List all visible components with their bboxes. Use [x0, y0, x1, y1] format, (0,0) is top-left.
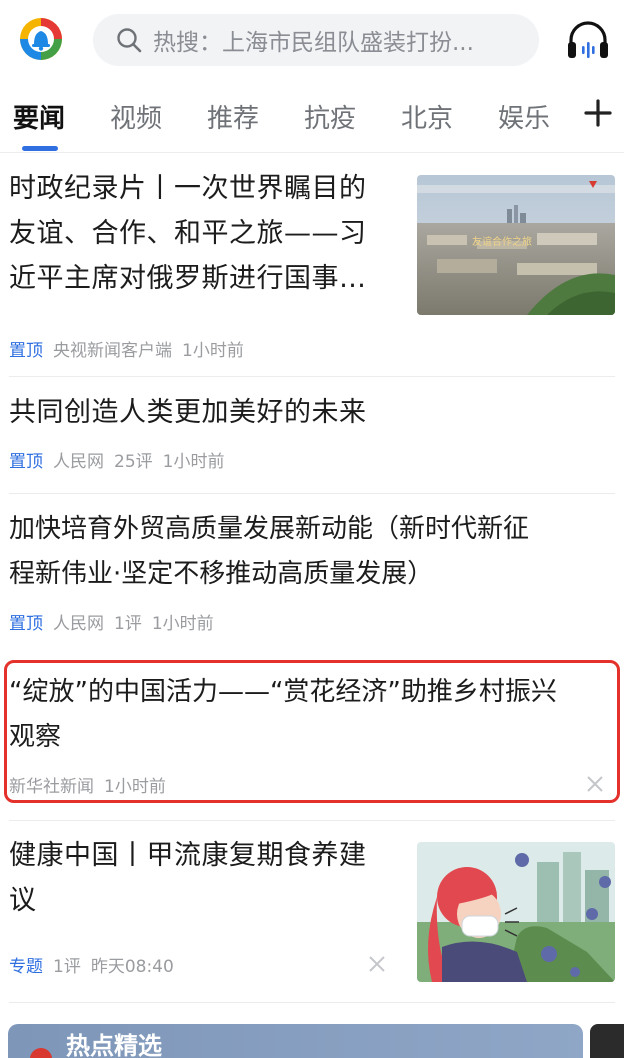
item-divider — [9, 493, 615, 494]
news-title-line: 近平主席对俄罗斯进行国事… — [9, 263, 367, 294]
news-meta: 专题 1评 昨天08:40 — [9, 952, 184, 977]
news-source: 央视新闻客户端 — [53, 341, 172, 361]
news-time: 昨天08:40 — [90, 957, 174, 977]
topic-tag: 专题 — [9, 957, 43, 977]
search-icon — [117, 28, 142, 53]
news-time: 1小时前 — [162, 452, 225, 472]
tab-beijing[interactable]: 北京 — [401, 98, 453, 135]
news-title-line: 观察 — [9, 722, 62, 752]
news-app-screen: 热搜：上海市民组队盛装打扮... 要闻 视频 推荐 抗疫 北京 娱乐 时政纪录片… — [0, 0, 624, 1058]
news-source: 新华社新闻 — [9, 777, 94, 797]
dismiss-icon[interactable] — [368, 955, 386, 973]
top-bar: 热搜：上海市民组队盛装打扮... — [0, 0, 624, 80]
item-divider — [9, 1002, 615, 1003]
news-title-line: 加快培育外贸高质量发展新动能（新时代新征 — [9, 514, 530, 544]
news-comments: 1评 — [53, 957, 81, 977]
app-logo-icon[interactable] — [18, 16, 64, 62]
tab-video[interactable]: 视频 — [110, 98, 162, 135]
thumbnail-caption: 友谊合作之旅 — [472, 235, 532, 248]
search-bar[interactable]: 热搜：上海市民组队盛装打扮... — [93, 14, 539, 66]
news-time: 1小时前 — [151, 614, 214, 634]
news-meta: 置顶 央视新闻客户端 1小时前 — [9, 336, 254, 361]
news-title: 健康中国丨甲流康复期食养建 议 — [9, 833, 367, 923]
add-channel-icon[interactable] — [583, 98, 613, 128]
news-source: 人民网 — [53, 614, 104, 634]
item-divider — [9, 376, 615, 377]
news-thumbnail — [417, 842, 615, 982]
active-tab-indicator — [22, 146, 58, 151]
tab-recommend[interactable]: 推荐 — [207, 98, 259, 135]
news-thumbnail: 友谊合作之旅 — [417, 175, 615, 315]
news-title: 共同创造人类更加美好的未来 — [9, 390, 367, 435]
news-title-line: 健康中国丨甲流康复期食养建 — [9, 840, 367, 871]
news-time: 1小时前 — [104, 777, 166, 797]
pinned-tag: 置顶 — [9, 341, 43, 361]
news-title-line: 时政纪录片丨一次世界瞩目的 — [9, 173, 367, 204]
news-title-line: “绽放”的中国活力——“赏花经济”助推乡村振兴 — [9, 677, 557, 707]
news-title-line: 友谊、合作、和平之旅——习 — [9, 218, 367, 249]
item-divider — [9, 820, 615, 821]
news-title-line: 议 — [9, 885, 37, 916]
headphones-icon[interactable] — [565, 18, 611, 62]
pinned-tag: 置顶 — [9, 452, 43, 472]
news-meta: 置顶 人民网 1评 1小时前 — [9, 609, 224, 634]
news-title: 加快培育外贸高质量发展新动能（新时代新征 程新伟业·坚定不移推动高质量发展） — [9, 507, 529, 597]
news-title-line: 程新伟业·坚定不移推动高质量发展） — [9, 559, 434, 589]
tab-anti-epidemic[interactable]: 抗疫 — [304, 98, 356, 135]
channel-tabs: 要闻 视频 推荐 抗疫 北京 娱乐 — [0, 90, 624, 152]
news-source: 人民网 — [53, 452, 104, 472]
news-title-line: 共同创造人类更加美好的未来 — [9, 397, 367, 428]
news-title: “绽放”的中国活力——“赏花经济”助推乡村振兴 观察 — [9, 670, 557, 760]
news-comments: 1评 — [114, 614, 142, 634]
news-time: 1小时前 — [182, 341, 244, 361]
search-placeholder: 热搜：上海市民组队盛装打扮... — [153, 30, 474, 56]
tab-headlines[interactable]: 要闻 — [13, 98, 65, 135]
side-card[interactable] — [590, 1024, 624, 1058]
featured-card-title: 热点精选 — [66, 1032, 162, 1058]
tab-entertainment[interactable]: 娱乐 — [498, 98, 550, 135]
tabs-divider — [0, 152, 624, 153]
news-title: 时政纪录片丨一次世界瞩目的 友谊、合作、和平之旅——习 近平主席对俄罗斯进行国事… — [9, 166, 367, 301]
dismiss-icon[interactable] — [586, 775, 604, 793]
pinned-tag: 置顶 — [9, 614, 43, 634]
news-comments: 25评 — [114, 452, 153, 472]
news-meta: 置顶 人民网 25评 1小时前 — [9, 447, 234, 472]
news-meta: 新华社新闻 1小时前 — [9, 772, 176, 797]
